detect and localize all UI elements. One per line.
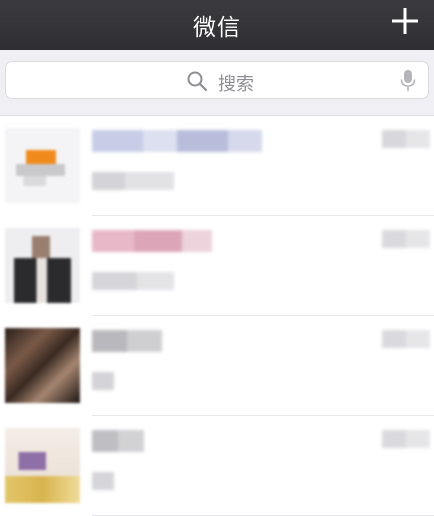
message-preview-blurred: [92, 172, 174, 190]
contact-name-blurred: [92, 130, 262, 152]
search-bar: 搜索: [0, 50, 434, 116]
contact-name-blurred: [92, 230, 212, 252]
timestamp-blurred: [382, 330, 430, 348]
timestamp-blurred: [382, 230, 430, 248]
navigation-bar: 微信: [0, 0, 434, 50]
search-icon: [187, 71, 208, 92]
chat-row[interactable]: [0, 416, 434, 516]
avatar: [5, 228, 80, 303]
page-title: 微信: [193, 15, 241, 41]
chat-row[interactable]: [0, 116, 434, 216]
avatar: [5, 128, 80, 203]
timestamp-blurred: [382, 130, 430, 148]
chat-row[interactable]: [0, 316, 434, 416]
microphone-icon[interactable]: [400, 69, 416, 93]
contact-name-blurred: [92, 430, 144, 452]
search-input[interactable]: 搜索: [5, 61, 429, 99]
message-preview-blurred: [92, 372, 114, 390]
plus-icon: [392, 8, 418, 34]
avatar: [5, 428, 80, 503]
message-preview-blurred: [92, 272, 174, 290]
contact-name-blurred: [92, 330, 162, 352]
avatar: [5, 328, 80, 403]
timestamp-blurred: [382, 430, 430, 448]
search-placeholder: 搜索: [218, 74, 254, 95]
message-preview-blurred: [92, 472, 114, 490]
chat-list: [0, 116, 434, 516]
chat-row[interactable]: [0, 216, 434, 316]
add-button[interactable]: [390, 6, 420, 36]
